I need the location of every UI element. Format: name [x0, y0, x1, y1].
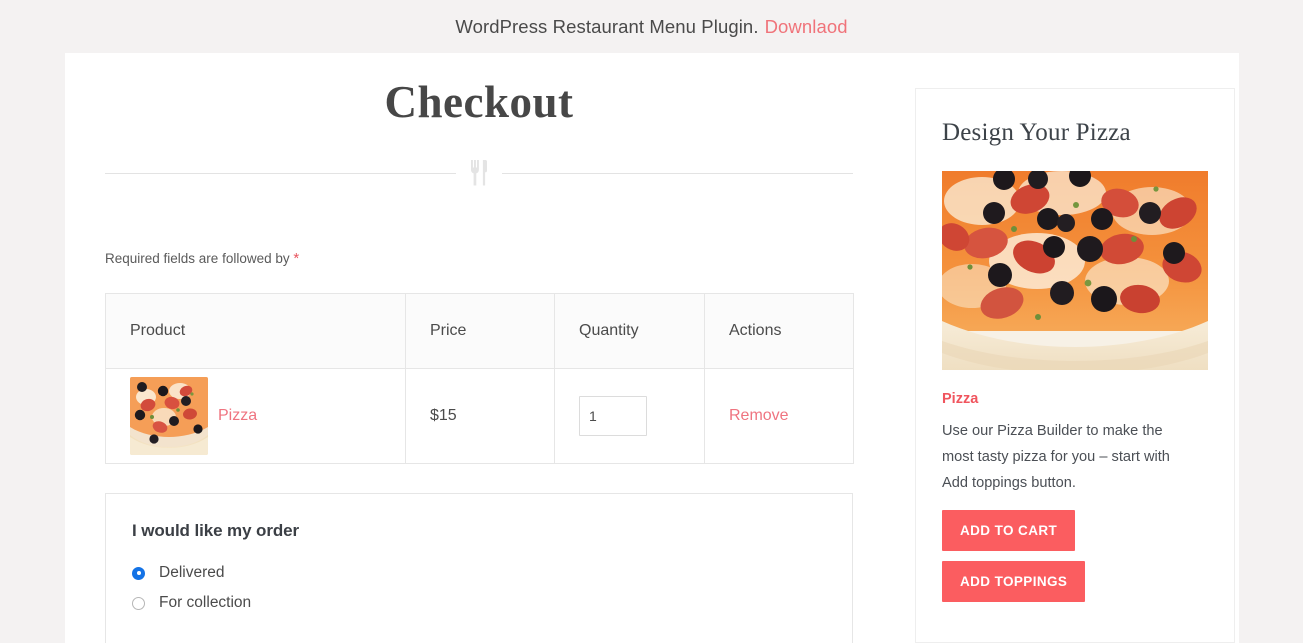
order-options-box: I would like my order Delivered For coll… [105, 493, 853, 643]
radio-option-delivered[interactable]: Delivered [132, 564, 826, 582]
order-options-heading: I would like my order [132, 521, 299, 540]
column-header-actions: Actions [704, 293, 854, 369]
remove-item-link[interactable]: Remove [729, 407, 789, 424]
column-header-price: Price [405, 293, 555, 369]
pizza-photo-icon [942, 171, 1208, 370]
page-title: Checkout [384, 77, 574, 127]
cell-actions: Remove [704, 368, 854, 464]
fork-and-knife-icon [456, 160, 502, 186]
banner-text: WordPress Restaurant Menu Plugin. [455, 15, 759, 37]
cart-table-head: Product Price Quantity Actions [105, 293, 854, 369]
cell-product: Pizza [105, 368, 406, 464]
required-fields-note: Required fields are followed by * [105, 250, 895, 267]
product-name-link[interactable]: Pizza [218, 407, 257, 425]
divider-line-left [105, 172, 456, 174]
cell-quantity [554, 368, 705, 464]
radio-for-collection-indicator[interactable] [132, 596, 145, 610]
cell-price: $15 [405, 368, 555, 464]
cart-table: Product Price Quantity Actions Pizza $15… [105, 293, 854, 464]
sidebar-title: Design Your Pizza [942, 119, 1131, 146]
add-to-cart-button[interactable]: ADD TO CART [942, 510, 1076, 551]
section-divider [105, 160, 853, 186]
required-asterisk: * [293, 250, 300, 267]
table-row: Pizza $15 Remove [105, 368, 854, 464]
column-header-product: Product [105, 293, 406, 369]
radio-delivered-label: Delivered [159, 564, 225, 581]
radio-for-collection-label: For collection [159, 594, 252, 611]
radio-option-for-collection[interactable]: For collection [132, 594, 826, 612]
table-header-row: Product Price Quantity Actions [105, 293, 854, 369]
download-link[interactable]: Downlaod [765, 16, 848, 38]
required-note-text: Required fields are followed by [105, 251, 290, 266]
checkout-column: Checkout Required fields are followed by… [105, 53, 895, 643]
pizza-thumbnail-icon [130, 377, 208, 455]
main-content-card: Checkout Required fields are followed by… [65, 53, 1239, 643]
column-header-quantity: Quantity [554, 293, 705, 369]
quantity-input[interactable] [579, 396, 647, 436]
design-your-pizza-sidebar: Design Your Pizza Pizza Use our Pizza Bu… [915, 88, 1235, 643]
sidebar-product-description: Use our Pizza Builder to make the most t… [942, 423, 1170, 491]
radio-delivered-indicator[interactable] [132, 566, 145, 580]
add-toppings-button[interactable]: ADD TOPPINGS [942, 561, 1086, 602]
page-body: Checkout Required fields are followed by… [0, 53, 1303, 643]
divider-line-right [502, 172, 853, 174]
top-banner: WordPress Restaurant Menu Plugin. Downla… [0, 0, 1303, 53]
sidebar-product-name: Pizza [942, 391, 979, 407]
cart-table-body: Pizza $15 Remove [105, 368, 854, 464]
